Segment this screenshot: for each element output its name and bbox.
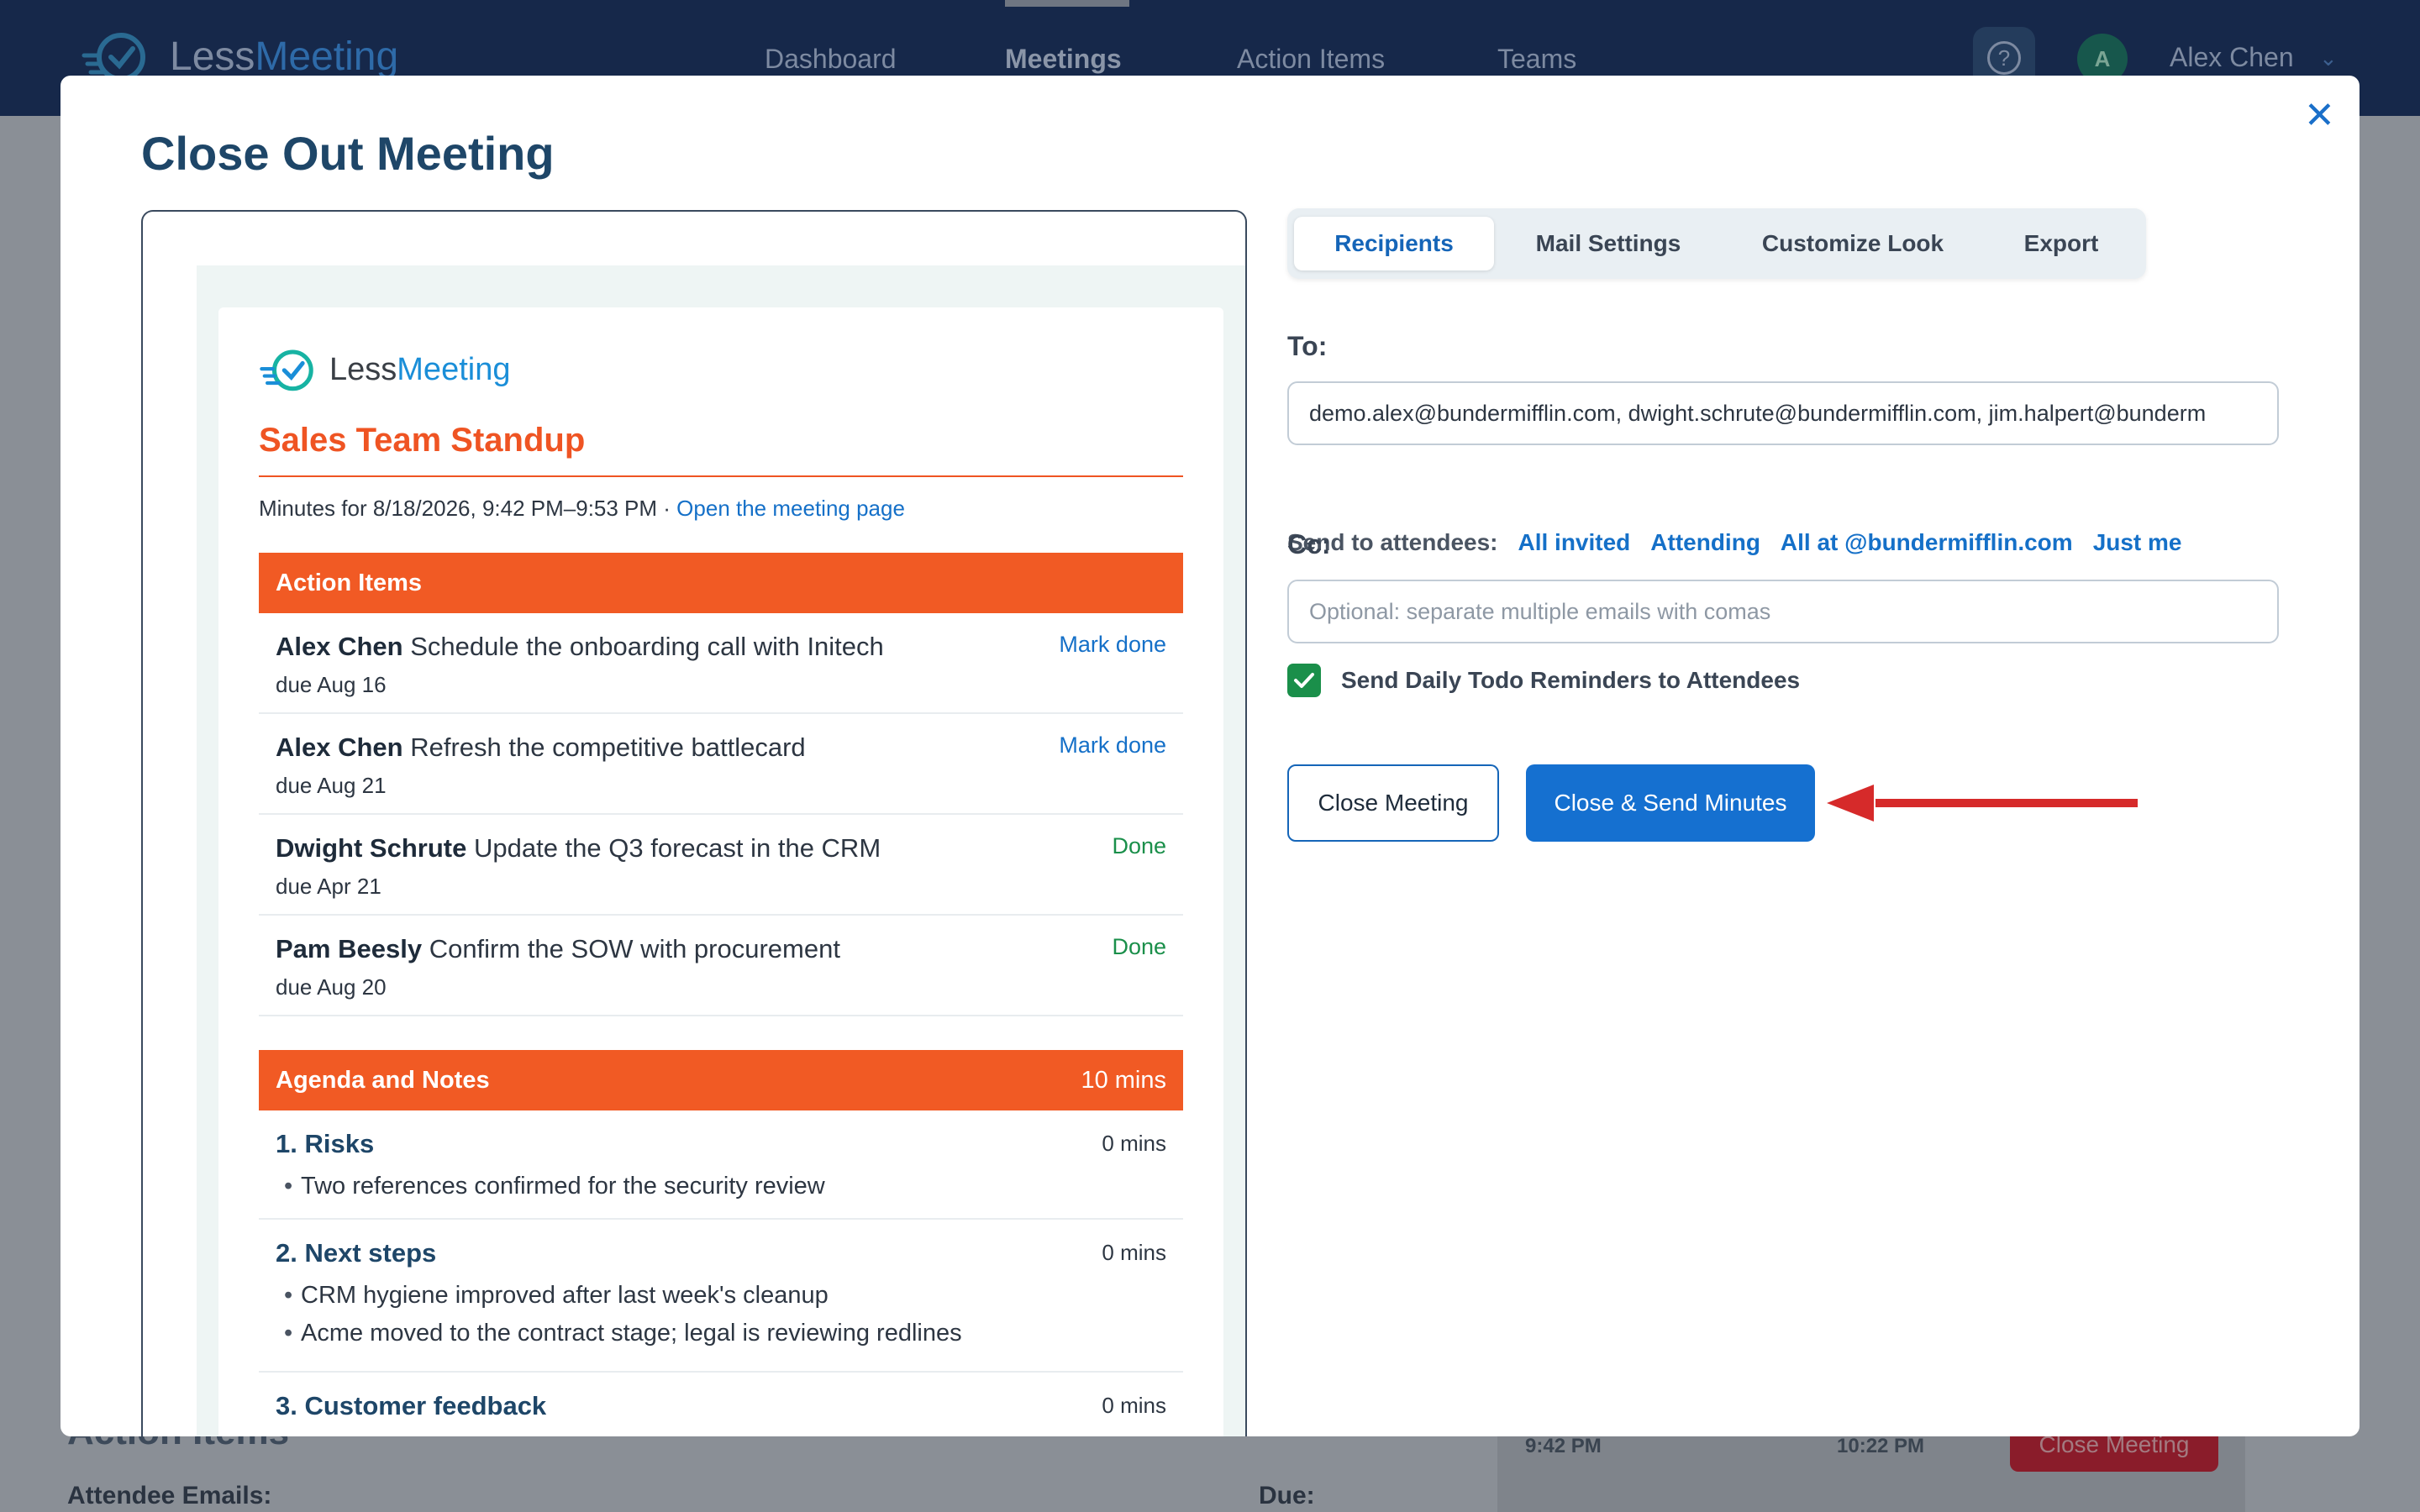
modal-title: Close Out Meeting [141, 127, 555, 180]
nav-dashboard[interactable]: Dashboard [765, 44, 897, 75]
action-item-due: due Aug 16 [276, 672, 387, 697]
agenda-note: Acme moved to the contract stage; legal … [276, 1320, 1166, 1347]
to-input[interactable] [1287, 381, 2279, 445]
close-icon[interactable]: ✕ [2304, 94, 2335, 137]
background-end-time: 10:22 PM [1837, 1435, 1925, 1457]
tab-mail-settings[interactable]: Mail Settings [1494, 217, 1723, 270]
agenda-item-duration: 0 mins [1102, 1131, 1166, 1156]
chevron-down-icon[interactable]: ⌄ [2319, 45, 2338, 71]
to-label: To: [1287, 331, 1328, 361]
due-label: Due: [1259, 1482, 1315, 1509]
action-item-text: Update the Q3 forecast in the CRM [473, 833, 881, 863]
background-start-time: 9:42 PM [1525, 1435, 1602, 1457]
action-item-due: due Apr 21 [276, 874, 381, 899]
close-out-meeting-modal: ✕ Close Out Meeting LessMeeting Sales Te… [60, 76, 2360, 1436]
logo-wordmark: LessMeeting [170, 34, 399, 79]
tab-customize-look[interactable]: Customize Look [1723, 217, 1983, 270]
tab-recipients[interactable]: Recipients [1294, 217, 1494, 270]
action-item-row: Pam Beesly Confirm the SOW with procurem… [259, 916, 1183, 1016]
agenda-item-title: 1. Risks [276, 1129, 375, 1158]
minutes-info: Minutes for 8/18/2026, 9:42 PM–9:53 PM ·… [259, 496, 905, 522]
agenda-note: CRM hygiene improved after last week's c… [276, 1282, 1166, 1310]
action-item-due: due Aug 20 [276, 974, 387, 1000]
agenda-item: 1. Risks 0 mins Two references confirmed… [259, 1110, 1183, 1220]
agenda-item-title: 2. Next steps [276, 1238, 437, 1268]
agenda-total-duration: 10 mins [1081, 1066, 1166, 1094]
nav-teams[interactable]: Teams [1497, 44, 1576, 75]
settings-tabs: Recipients Mail Settings Customize Look … [1287, 208, 2146, 279]
action-item-text: Confirm the SOW with procurement [429, 934, 840, 963]
agenda-header-label: Agenda and Notes [276, 1066, 490, 1094]
action-item-text: Refresh the competitive battlecard [410, 732, 806, 762]
agenda-item-duration: 0 mins [1102, 1393, 1166, 1418]
agenda-item: 3. Customer feedback 0 mins [259, 1373, 1183, 1436]
send-all-domain-link[interactable]: All at @bundermifflin.com [1781, 529, 2073, 556]
email-preview-body: LessMeeting Sales Team Standup Minutes f… [218, 307, 1223, 1436]
action-item-row: Dwight Schrute Update the Q3 forecast in… [259, 815, 1183, 916]
send-all-invited-link[interactable]: All invited [1518, 529, 1630, 556]
logo-check-icon [260, 349, 313, 391]
open-meeting-page-link[interactable]: Open the meeting page [676, 496, 905, 521]
action-item-owner: Dwight Schrute [276, 833, 467, 863]
action-item-row: Alex Chen Refresh the competitive battle… [259, 714, 1183, 815]
done-status: Done [1112, 833, 1166, 858]
user-name[interactable]: Alex Chen [2170, 42, 2294, 73]
cc-input[interactable] [1287, 580, 2279, 643]
cc-label: Cc: [1287, 529, 1331, 559]
help-icon: ? [1987, 41, 2021, 75]
minutes-date-text: Minutes for 8/18/2026, 9:42 PM–9:53 PM · [259, 496, 671, 521]
email-preview-panel[interactable]: LessMeeting Sales Team Standup Minutes f… [141, 210, 1247, 1436]
email-logo: LessMeeting [259, 344, 510, 395]
nav-meetings[interactable]: Meetings [1005, 44, 1122, 75]
tab-export[interactable]: Export [1983, 217, 2139, 270]
title-divider [259, 475, 1183, 477]
action-item-row: Alex Chen Schedule the onboarding call w… [259, 613, 1183, 714]
agenda-item: 2. Next steps 0 mins CRM hygiene improve… [259, 1220, 1183, 1373]
active-nav-indicator [1005, 0, 1129, 7]
agenda-item-title: 3. Customer feedback [276, 1391, 547, 1420]
action-items-header: Action Items [259, 553, 1183, 613]
checkmark-icon [1294, 673, 1314, 688]
send-to-attendees: Send to attendees: All invited Attending… [1287, 529, 2182, 556]
email-logo-wordmark: LessMeeting [329, 351, 511, 387]
send-attending-link[interactable]: Attending [1650, 529, 1760, 556]
action-item-owner: Alex Chen [276, 632, 403, 661]
mark-done-link[interactable]: Mark done [1059, 632, 1166, 658]
agenda-note: Two references confirmed for the securit… [276, 1173, 1166, 1200]
close-send-minutes-button[interactable]: Close & Send Minutes [1526, 764, 1815, 842]
attendee-emails-label: Attendee Emails: [67, 1482, 272, 1509]
agenda-header: Agenda and Notes 10 mins [259, 1050, 1183, 1110]
send-just-me-link[interactable]: Just me [2093, 529, 2182, 556]
nav-action-items[interactable]: Action Items [1237, 44, 1385, 75]
done-status: Done [1112, 934, 1166, 959]
close-meeting-button[interactable]: Close Meeting [1287, 764, 1499, 842]
meeting-title: Sales Team Standup [259, 422, 586, 459]
arrow-left-icon [1827, 785, 2138, 822]
action-item-text: Schedule the onboarding call with Initec… [410, 632, 884, 661]
reminder-checkbox[interactable] [1287, 664, 1321, 697]
action-item-owner: Pam Beesly [276, 934, 423, 963]
action-item-due: due Aug 21 [276, 773, 387, 798]
action-item-owner: Alex Chen [276, 732, 403, 762]
mark-done-link[interactable]: Mark done [1059, 732, 1166, 759]
reminder-label: Send Daily Todo Reminders to Attendees [1341, 667, 1801, 693]
action-items-header-label: Action Items [276, 569, 423, 596]
agenda-item-duration: 0 mins [1102, 1240, 1166, 1265]
